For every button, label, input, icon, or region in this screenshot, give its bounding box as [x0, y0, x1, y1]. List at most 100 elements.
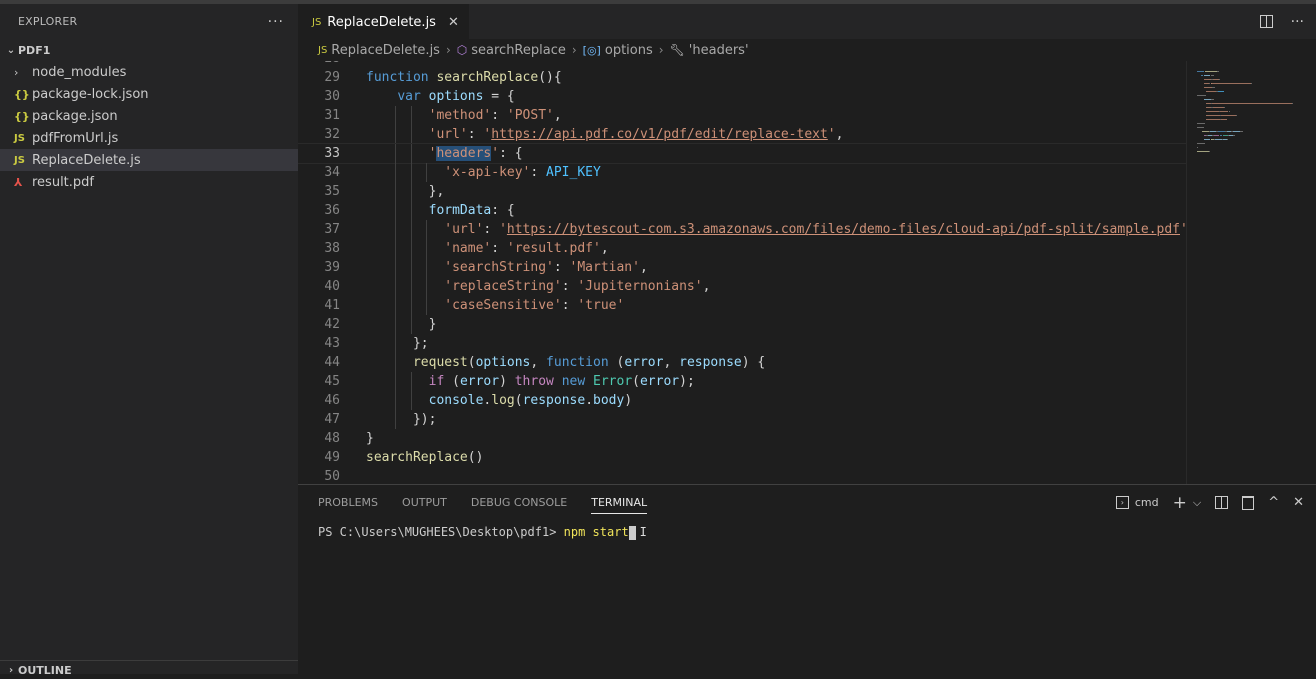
breadcrumb-function[interactable]: searchReplace [471, 43, 566, 58]
code-line[interactable]: 46 console.log(response.body) [298, 391, 1186, 410]
tab-output[interactable]: OUTPUT [402, 485, 447, 520]
indent-guide [395, 239, 397, 258]
tree-item-package-json[interactable]: {} package.json [0, 105, 298, 127]
indent-guide [395, 125, 397, 144]
minimap-stroke [1233, 131, 1241, 132]
indent-guide [410, 296, 412, 315]
more-actions-icon[interactable]: ··· [1291, 14, 1304, 30]
tree-item-label: result.pdf [32, 174, 94, 190]
code-line[interactable]: 31 'method': 'POST', [298, 106, 1186, 125]
maximize-panel-icon[interactable]: ^ [1268, 495, 1279, 510]
indent-guide [395, 220, 397, 239]
code-line[interactable]: 36 formData: { [298, 201, 1186, 220]
folder-pdf1[interactable]: ⌄ PDF1 [0, 39, 298, 61]
close-panel-icon[interactable]: ✕ [1293, 495, 1304, 510]
minimap-stroke [1233, 135, 1235, 136]
indent-guide [395, 258, 397, 277]
line-number: 30 [324, 89, 340, 104]
code-text: console.log(response.body) [428, 393, 633, 408]
tree-item-pdffromurl[interactable]: JS pdfFromUrl.js [0, 127, 298, 149]
code-line[interactable]: 34 'x-api-key': API_KEY [298, 163, 1186, 182]
tab-debug-console[interactable]: DEBUG CONSOLE [471, 485, 567, 520]
code-line[interactable]: 32 'url': 'https://api.pdf.co/v1/pdf/edi… [298, 125, 1186, 144]
code-text: 'replaceString': 'Jupiternonians', [444, 279, 711, 294]
tree-item-label: node_modules [32, 64, 127, 80]
minimap[interactable] [1186, 61, 1316, 484]
function-cube-icon: ⬡ [456, 43, 468, 57]
minimap-stroke [1217, 91, 1224, 92]
minimap-stroke [1226, 139, 1228, 140]
indent-guide [410, 391, 412, 410]
breadcrumb-property[interactable]: 'headers' [689, 43, 749, 58]
indent-guide [395, 182, 397, 201]
tree-item-package-lock[interactable]: {} package-lock.json [0, 83, 298, 105]
line-number: 48 [324, 431, 340, 446]
explorer-title: EXPLORER [18, 15, 78, 28]
minimap-stroke [1219, 135, 1223, 136]
editor-actions: ··· [1259, 4, 1316, 39]
code-text: 'caseSensitive': 'true' [444, 298, 625, 313]
minimap-stroke [1208, 151, 1211, 152]
outline-section[interactable]: › OUTLINE [0, 660, 302, 679]
code-line[interactable]: 37 'url': 'https://bytescout-com.s3.amaz… [298, 220, 1186, 239]
tab-bar: JS ReplaceDelete.js ✕ ··· [298, 4, 1316, 39]
breadcrumb-file[interactable]: ReplaceDelete.js [331, 43, 440, 58]
tree-item-label: package-lock.json [32, 86, 149, 102]
editor-area: JS ReplaceDelete.js ✕ ··· JS ReplaceDele… [298, 4, 1316, 484]
indent-guide [426, 258, 428, 277]
indent-guide [426, 220, 428, 239]
split-editor-icon[interactable] [1259, 15, 1273, 28]
minimap-stroke [1224, 107, 1225, 108]
close-icon[interactable]: ✕ [448, 15, 459, 30]
indent-guide [395, 334, 397, 353]
tree-item-result-pdf[interactable]: ⅄ result.pdf [0, 171, 298, 193]
code-line[interactable]: 33 'headers': { [298, 143, 1186, 164]
terminal-selector-label: cmd [1134, 496, 1159, 509]
code-line[interactable]: 35 }, [298, 182, 1186, 201]
code-line[interactable]: 45 if (error) throw new Error(error); [298, 372, 1186, 391]
terminal-selector[interactable]: › cmd [1115, 496, 1159, 509]
add-terminal-icon[interactable]: + [1173, 493, 1187, 513]
indent-guide [410, 315, 412, 334]
code-line[interactable]: 47 }); [298, 410, 1186, 429]
code-editor[interactable]: 28 29 function searchReplace(){30 var opti… [298, 61, 1186, 484]
split-terminal-icon[interactable] [1215, 496, 1229, 509]
code-line[interactable]: 39 'searchString': 'Martian', [298, 258, 1186, 277]
code-line[interactable]: 38 'name': 'result.pdf', [298, 239, 1186, 258]
more-actions-icon[interactable]: ··· [268, 14, 284, 30]
indent-guide [426, 239, 428, 258]
breadcrumb-variable[interactable]: options [605, 43, 653, 58]
tab-terminal[interactable]: TERMINAL [591, 491, 648, 514]
code-line[interactable]: 43 }; [298, 334, 1186, 353]
indent-guide [410, 106, 412, 125]
terminal-prompt-line[interactable]: PS C:\Users\MUGHEES\Desktop\pdf1> npm st… [318, 525, 647, 540]
pdf-file-icon: ⅄ [14, 175, 23, 189]
indent-guide [395, 163, 397, 182]
code-line[interactable]: 50 [298, 467, 1186, 484]
code-line[interactable]: 42 } [298, 315, 1186, 334]
code-text: 'searchString': 'Martian', [444, 260, 648, 275]
minimap-stroke [1212, 87, 1215, 88]
code-line[interactable]: 28 [298, 61, 1186, 68]
code-text: formData: { [428, 203, 515, 218]
code-text: if (error) throw new Error(error); [428, 374, 695, 389]
chevron-down-icon[interactable]: ⌵ [1193, 496, 1201, 510]
tab-problems[interactable]: PROBLEMS [318, 485, 378, 520]
code-line[interactable]: 41 'caseSensitive': 'true' [298, 296, 1186, 315]
tree-item-label: pdfFromUrl.js [32, 130, 119, 146]
tree-item-node-modules[interactable]: › node_modules [0, 61, 298, 83]
trash-icon[interactable] [1242, 495, 1255, 510]
chevron-right-icon: › [571, 43, 577, 57]
line-number: 47 [324, 412, 340, 427]
code-line[interactable]: 49 searchReplace() [298, 448, 1186, 467]
code-line[interactable]: 48} [298, 429, 1186, 448]
tab-replacedelete[interactable]: JS ReplaceDelete.js ✕ [298, 4, 469, 39]
code-line[interactable]: 44 request(options, function (error, res… [298, 353, 1186, 372]
terminal-command: npm start [563, 525, 629, 539]
code-line[interactable]: 40 'replaceString': 'Jupiternonians', [298, 277, 1186, 296]
code-line[interactable]: 30 var options = { [298, 87, 1186, 106]
indent-guide [395, 201, 397, 220]
code-line[interactable]: 29 function searchReplace(){ [298, 68, 1186, 87]
js-file-icon: JS [318, 44, 328, 56]
tree-item-replacedelete[interactable]: JS ReplaceDelete.js [0, 149, 298, 171]
